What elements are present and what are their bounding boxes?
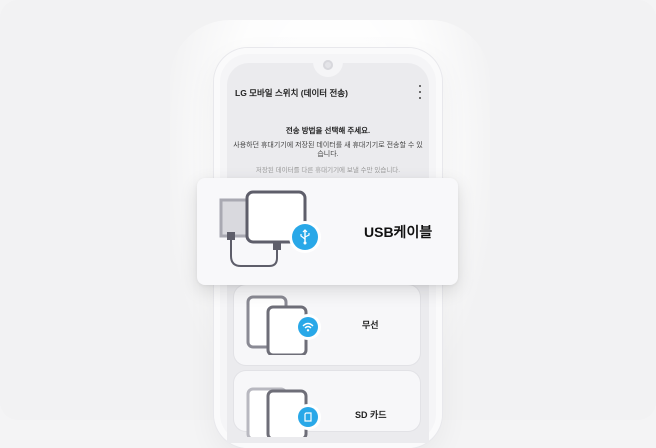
option-wireless[interactable]: 무선 — [234, 285, 420, 365]
instruction-block: 전송 방법을 선택해 주세요. 사용하던 휴대기기에 저장된 데이터를 새 휴대… — [227, 125, 429, 174]
instruction-body: 사용하던 휴대기기에 저장된 데이터를 새 휴대기기로 전송할 수 있습니다. — [233, 142, 423, 158]
instruction-heading: 전송 방법을 선택해 주세요. — [285, 126, 371, 135]
camera-icon — [323, 60, 333, 70]
option-usb-cable[interactable]: USB케이블 — [197, 178, 458, 285]
option-sd-card[interactable]: SD 카드 — [234, 371, 420, 437]
usb-icon — [292, 224, 318, 250]
option-sd-card-label: SD 카드 — [355, 410, 387, 420]
instruction-note: 저장된 데이터를 다른 휴대기기에 보낼 수만 있습니다. — [255, 167, 401, 174]
sd-card-icon — [298, 407, 318, 427]
option-wireless-label: 무선 — [362, 320, 379, 330]
more-options-icon[interactable] — [417, 85, 423, 99]
option-usb-cable-label: USB케이블 — [364, 224, 433, 240]
app-title: LG 모바일 스위치 (데이터 전송) — [235, 88, 348, 98]
wifi-icon — [298, 317, 318, 337]
